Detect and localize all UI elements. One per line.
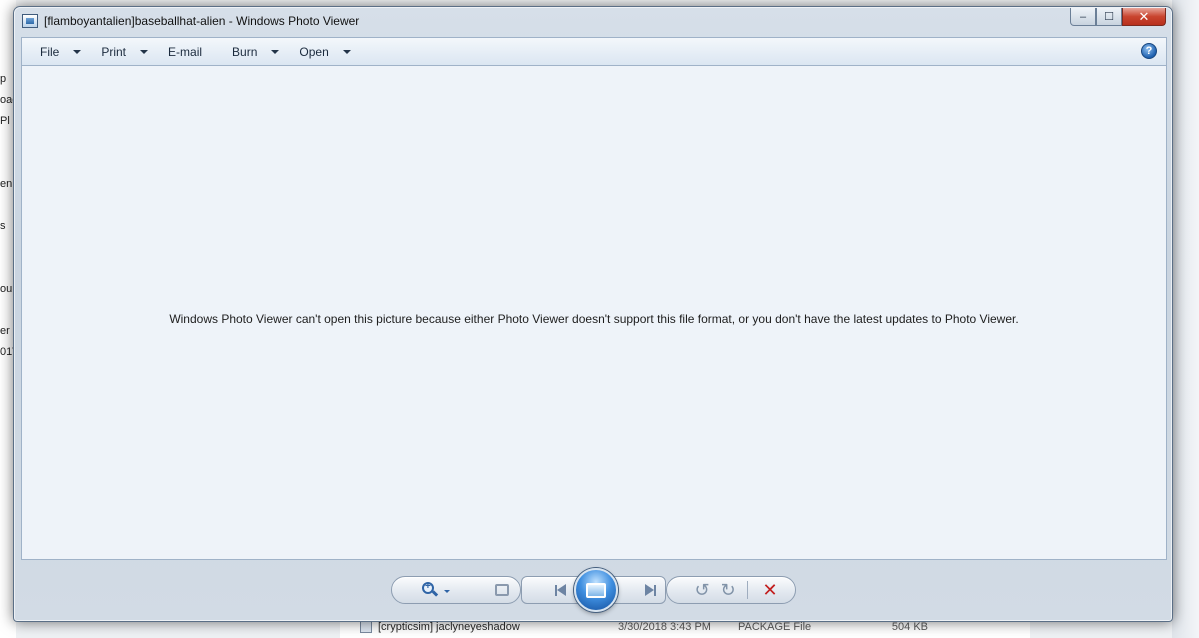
chevron-down-icon — [140, 49, 149, 54]
photo-viewer-app-icon[interactable] — [22, 14, 38, 28]
close-button[interactable]: ✕ — [1122, 8, 1166, 26]
menu-email-label: E-mail — [168, 44, 203, 59]
menu-burn[interactable]: Burn — [202, 38, 280, 65]
menu-open-label: Open — [299, 44, 329, 59]
menu-file[interactable]: File — [22, 38, 82, 65]
maximize-button[interactable]: ☐ — [1096, 8, 1122, 26]
window-title: [flamboyantalien]baseballhat-alien - Win… — [44, 14, 360, 28]
title-bar[interactable]: [flamboyantalien]baseballhat-alien - Win… — [14, 7, 1172, 35]
previous-icon-arrow — [556, 584, 566, 596]
maximize-icon: ☐ — [1104, 11, 1114, 23]
menu-print-label: Print — [101, 44, 127, 59]
help-icon[interactable]: ? — [1141, 43, 1157, 59]
menu-file-label: File — [40, 44, 60, 59]
previous-button[interactable] — [551, 582, 569, 598]
rotate-clockwise-icon: ↻ — [720, 579, 736, 600]
actual-size-button[interactable] — [493, 582, 511, 598]
zoom-handle — [431, 590, 439, 597]
error-message: Windows Photo Viewer can't open this pic… — [169, 312, 1019, 326]
caption-buttons: ‒ ☐ ✕ — [1070, 8, 1166, 26]
menu-open[interactable]: Open — [279, 38, 351, 65]
control-bar: ↺ ↻ ✕ — [391, 568, 796, 612]
next-icon-bar — [653, 584, 656, 596]
actual-size-icon — [495, 584, 509, 596]
minimize-button[interactable]: ‒ — [1070, 8, 1096, 26]
slideshow-button[interactable] — [574, 568, 618, 612]
package-file-icon — [360, 621, 372, 633]
file-size: 504 KB — [891, 621, 928, 633]
menu-burn-label: Burn — [232, 44, 258, 59]
control-separator — [747, 581, 748, 599]
menu-email[interactable]: E-mail — [148, 38, 202, 65]
close-icon: ✕ — [1138, 8, 1150, 24]
next-button[interactable] — [641, 582, 659, 598]
file-name: [crypticsim] jaclyneyeshadow — [378, 621, 520, 633]
slideshow-icon — [586, 582, 606, 598]
chevron-down-icon — [271, 49, 280, 54]
next-icon — [644, 584, 654, 596]
file-date: 3/30/2018 3:43 PM — [618, 621, 711, 633]
delete-icon: ✕ — [762, 579, 778, 600]
minimize-icon: ‒ — [1079, 10, 1087, 23]
chevron-down-icon[interactable] — [444, 590, 450, 593]
menu-print[interactable]: Print — [81, 38, 149, 65]
image-display-area: Windows Photo Viewer can't open this pic… — [21, 66, 1167, 560]
delete-button[interactable]: ✕ — [761, 579, 779, 600]
file-type: PACKAGE File — [738, 621, 812, 633]
menu-bar: File Print E-mail Burn Open ? — [21, 37, 1167, 66]
rotate-counterclockwise-button[interactable]: ↺ — [693, 579, 711, 600]
photo-viewer-window: [flamboyantalien]baseballhat-alien - Win… — [13, 6, 1173, 622]
rotate-counterclockwise-icon: ↺ — [694, 579, 710, 600]
background-right-edge — [1172, 0, 1199, 638]
chevron-down-icon — [342, 49, 351, 54]
chevron-down-icon — [73, 49, 82, 54]
zoom-button[interactable] — [421, 581, 441, 599]
rotate-clockwise-button[interactable]: ↻ — [719, 579, 737, 600]
